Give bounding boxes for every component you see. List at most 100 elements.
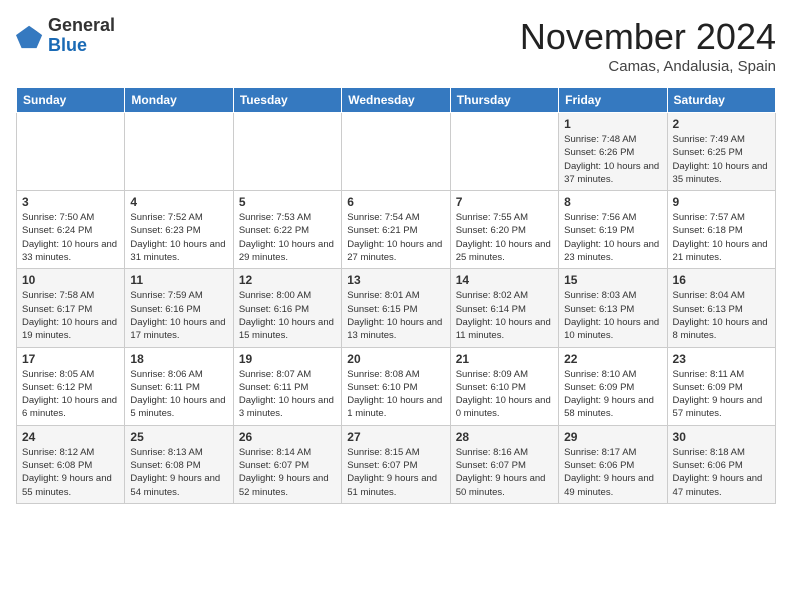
day-number: 23 (673, 352, 770, 366)
day-info: Sunrise: 8:17 AM Sunset: 6:06 PM Dayligh… (564, 446, 661, 499)
calendar-cell: 23Sunrise: 8:11 AM Sunset: 6:09 PM Dayli… (667, 347, 775, 425)
calendar-cell (125, 113, 233, 191)
day-number: 3 (22, 195, 119, 209)
day-header-wednesday: Wednesday (342, 88, 450, 113)
day-number: 18 (130, 352, 227, 366)
day-number: 4 (130, 195, 227, 209)
calendar-cell: 17 Sunrise: 8:05 AM Sunset: 6:12 PM Dayli… (17, 347, 125, 425)
calendar-cell: 7 Sunrise: 7:55 AM Sunset: 6:20 PM Daylig… (450, 191, 558, 269)
day-info: Sunrise: 8:04 AM Sunset: 6:13 PM Dayligh… (673, 289, 770, 342)
day-number: 6 (347, 195, 444, 209)
day-info: Sunrise: 7:58 AM Sunset: 6:17 PM Dayligh… (22, 289, 119, 342)
calendar-cell: 19 Sunrise: 8:07 AM Sunset: 6:11 PM Dayli… (233, 347, 341, 425)
day-number: 20 (347, 352, 444, 366)
day-info: Sunrise: 7:52 AM Sunset: 6:23 PM Dayligh… (130, 211, 227, 264)
day-header-thursday: Thursday (450, 88, 558, 113)
month-title: November 2024 (520, 16, 776, 58)
day-number: 1 (564, 117, 661, 131)
day-info: Sunrise: 8:00 AM Sunset: 6:16 PM Dayligh… (239, 289, 336, 342)
location: Camas, Andalusia, Spain (520, 58, 776, 75)
day-number: 17 (22, 352, 119, 366)
day-number: 21 (456, 352, 553, 366)
calendar-cell: 24 Sunrise: 8:12 AM Sunset: 6:08 PM Dayli… (17, 425, 125, 503)
day-info: Sunrise: 7:57 AM Sunset: 6:18 PM Dayligh… (673, 211, 770, 264)
week-row-3: 10 Sunrise: 7:58 AM Sunset: 6:17 PM Dayli… (17, 269, 776, 347)
day-number: 29 (564, 430, 661, 444)
calendar-cell: 18 Sunrise: 8:06 AM Sunset: 6:11 PM Dayli… (125, 347, 233, 425)
calendar-cell: 27 Sunrise: 8:15 AM Sunset: 6:07 PM Dayli… (342, 425, 450, 503)
day-info: Sunrise: 8:14 AM Sunset: 6:07 PM Dayligh… (239, 446, 336, 499)
day-number: 9 (673, 195, 770, 209)
calendar-cell: 15 Sunrise: 8:03 AM Sunset: 6:13 PM Dayli… (559, 269, 667, 347)
calendar-cell: 22Sunrise: 8:10 AM Sunset: 6:09 PM Dayli… (559, 347, 667, 425)
day-number: 12 (239, 273, 336, 287)
day-number: 7 (456, 195, 553, 209)
calendar-cell: 25Sunrise: 8:13 AM Sunset: 6:08 PM Dayli… (125, 425, 233, 503)
day-number: 27 (347, 430, 444, 444)
day-info: Sunrise: 8:16 AM Sunset: 6:07 PM Dayligh… (456, 446, 553, 499)
day-info: Sunrise: 7:54 AM Sunset: 6:21 PM Dayligh… (347, 211, 444, 264)
logo-text: General Blue (48, 16, 115, 56)
calendar-cell: 6 Sunrise: 7:54 AM Sunset: 6:21 PM Daylig… (342, 191, 450, 269)
day-info: Sunrise: 8:15 AM Sunset: 6:07 PM Dayligh… (347, 446, 444, 499)
day-info: Sunrise: 8:08 AM Sunset: 6:10 PM Dayligh… (347, 368, 444, 421)
calendar-cell: 28 Sunrise: 8:16 AM Sunset: 6:07 PM Dayli… (450, 425, 558, 503)
day-number: 25 (130, 430, 227, 444)
day-number: 10 (22, 273, 119, 287)
logo-icon (16, 22, 44, 50)
day-info: Sunrise: 7:55 AM Sunset: 6:20 PM Dayligh… (456, 211, 553, 264)
calendar-cell: 9 Sunrise: 7:57 AM Sunset: 6:18 PM Daylig… (667, 191, 775, 269)
day-info: Sunrise: 7:49 AM Sunset: 6:25 PM Dayligh… (673, 133, 770, 186)
calendar-cell: 5Sunrise: 7:53 AM Sunset: 6:22 PM Daylig… (233, 191, 341, 269)
logo-blue: Blue (48, 35, 87, 55)
day-info: Sunrise: 8:10 AM Sunset: 6:09 PM Dayligh… (564, 368, 661, 421)
day-info: Sunrise: 8:09 AM Sunset: 6:10 PM Dayligh… (456, 368, 553, 421)
logo-general: General (48, 15, 115, 35)
day-info: Sunrise: 8:12 AM Sunset: 6:08 PM Dayligh… (22, 446, 119, 499)
day-number: 14 (456, 273, 553, 287)
day-number: 13 (347, 273, 444, 287)
week-row-2: 3 Sunrise: 7:50 AM Sunset: 6:24 PM Daylig… (17, 191, 776, 269)
day-number: 11 (130, 273, 227, 287)
calendar-cell (450, 113, 558, 191)
week-row-1: 1 Sunrise: 7:48 AM Sunset: 6:26 PM Daylig… (17, 113, 776, 191)
day-number: 30 (673, 430, 770, 444)
day-info: Sunrise: 8:01 AM Sunset: 6:15 PM Dayligh… (347, 289, 444, 342)
calendar-cell: 30 Sunrise: 8:18 AM Sunset: 6:06 PM Dayli… (667, 425, 775, 503)
calendar-cell (233, 113, 341, 191)
day-number: 28 (456, 430, 553, 444)
calendar-cell: 8Sunrise: 7:56 AM Sunset: 6:19 PM Daylig… (559, 191, 667, 269)
day-header-tuesday: Tuesday (233, 88, 341, 113)
calendar-cell: 16 Sunrise: 8:04 AM Sunset: 6:13 PM Dayli… (667, 269, 775, 347)
week-row-5: 24 Sunrise: 8:12 AM Sunset: 6:08 PM Dayli… (17, 425, 776, 503)
day-info: Sunrise: 8:03 AM Sunset: 6:13 PM Dayligh… (564, 289, 661, 342)
day-number: 24 (22, 430, 119, 444)
day-info: Sunrise: 8:02 AM Sunset: 6:14 PM Dayligh… (456, 289, 553, 342)
calendar-cell (17, 113, 125, 191)
day-info: Sunrise: 7:59 AM Sunset: 6:16 PM Dayligh… (130, 289, 227, 342)
calendar-cell: 12 Sunrise: 8:00 AM Sunset: 6:16 PM Dayli… (233, 269, 341, 347)
day-info: Sunrise: 8:18 AM Sunset: 6:06 PM Dayligh… (673, 446, 770, 499)
day-info: Sunrise: 7:48 AM Sunset: 6:26 PM Dayligh… (564, 133, 661, 186)
day-number: 19 (239, 352, 336, 366)
day-number: 26 (239, 430, 336, 444)
day-header-saturday: Saturday (667, 88, 775, 113)
day-header-monday: Monday (125, 88, 233, 113)
day-info: Sunrise: 8:05 AM Sunset: 6:12 PM Dayligh… (22, 368, 119, 421)
calendar-cell: 1 Sunrise: 7:48 AM Sunset: 6:26 PM Daylig… (559, 113, 667, 191)
calendar-cell: 14 Sunrise: 8:02 AM Sunset: 6:14 PM Dayli… (450, 269, 558, 347)
day-number: 16 (673, 273, 770, 287)
calendar-cell: 26 Sunrise: 8:14 AM Sunset: 6:07 PM Dayli… (233, 425, 341, 503)
calendar-table: SundayMondayTuesdayWednesdayThursdayFrid… (16, 87, 776, 504)
day-info: Sunrise: 7:50 AM Sunset: 6:24 PM Dayligh… (22, 211, 119, 264)
title-block: November 2024 Camas, Andalusia, Spain (520, 16, 776, 75)
day-info: Sunrise: 8:06 AM Sunset: 6:11 PM Dayligh… (130, 368, 227, 421)
calendar-cell: 4 Sunrise: 7:52 AM Sunset: 6:23 PM Daylig… (125, 191, 233, 269)
header-row: SundayMondayTuesdayWednesdayThursdayFrid… (17, 88, 776, 113)
day-number: 5 (239, 195, 336, 209)
day-number: 15 (564, 273, 661, 287)
day-info: Sunrise: 8:07 AM Sunset: 6:11 PM Dayligh… (239, 368, 336, 421)
calendar-cell: 13 Sunrise: 8:01 AM Sunset: 6:15 PM Dayli… (342, 269, 450, 347)
calendar-header: SundayMondayTuesdayWednesdayThursdayFrid… (17, 88, 776, 113)
week-row-4: 17 Sunrise: 8:05 AM Sunset: 6:12 PM Dayli… (17, 347, 776, 425)
